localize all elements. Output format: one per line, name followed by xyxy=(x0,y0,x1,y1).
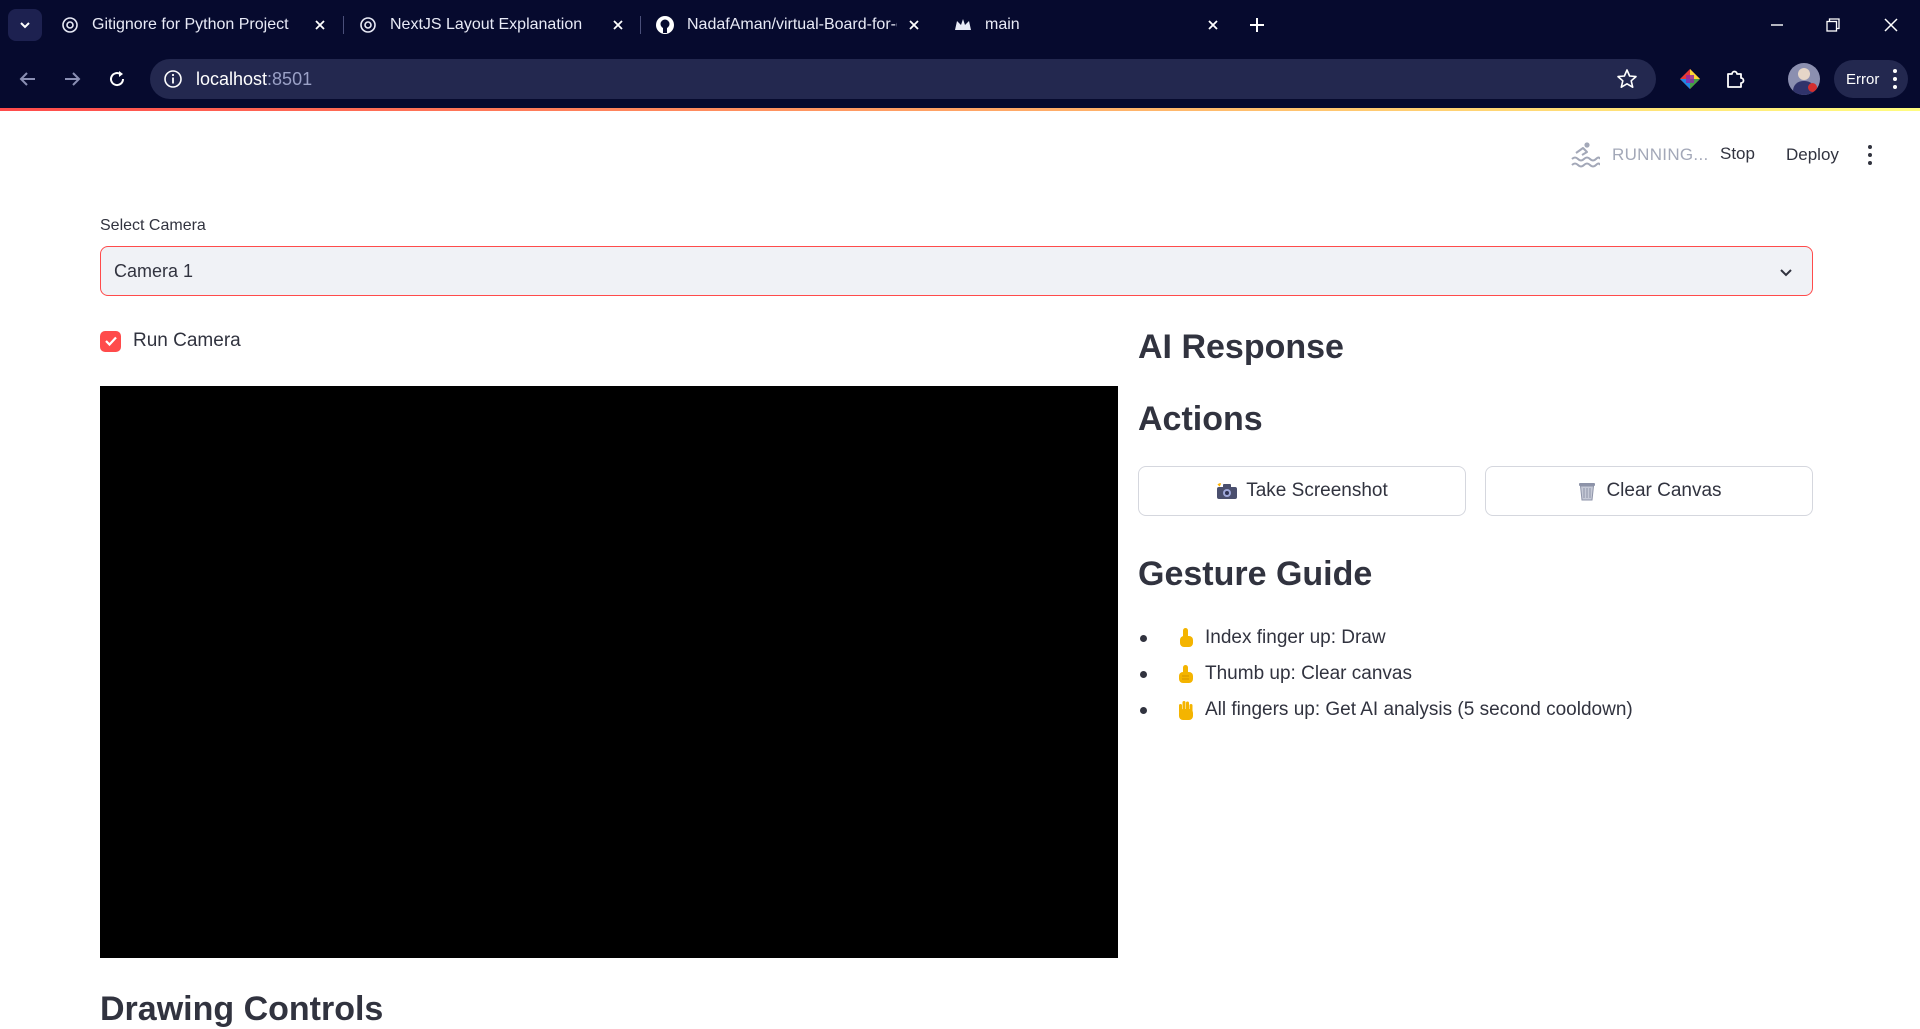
bullet xyxy=(1140,706,1147,714)
color-extension-icon[interactable] xyxy=(1675,64,1705,94)
run-camera-checkbox[interactable] xyxy=(100,330,121,352)
camera-select-value: Camera 1 xyxy=(114,260,194,281)
browser-tab-bar: Gitignore for Python Project NextJS Layo… xyxy=(0,0,1920,50)
run-camera-checkbox-row[interactable]: Run Camera xyxy=(100,330,241,352)
gesture-guide-heading: Gesture Guide xyxy=(1138,555,1373,593)
reload-button[interactable] xyxy=(103,65,131,93)
camera-select-label: Select Camera xyxy=(100,217,206,234)
profile-avatar[interactable] xyxy=(1788,63,1820,95)
wastebasket-icon xyxy=(1576,480,1598,502)
camera-flash-icon xyxy=(1216,480,1238,502)
app-header: RUNNING... Stop Deploy xyxy=(0,111,1920,197)
bullet xyxy=(1140,670,1147,678)
url-host: localhost xyxy=(196,68,268,89)
list-item: Index finger up: Draw xyxy=(1138,620,1633,656)
camera-select[interactable]: Camera 1 xyxy=(100,246,1813,296)
pointing-up-icon xyxy=(1175,627,1197,649)
tab-separator xyxy=(640,16,641,34)
checkmark-icon xyxy=(104,336,117,347)
browser-tab-main[interactable]: main xyxy=(953,6,1233,44)
window-close-button[interactable] xyxy=(1879,13,1903,37)
ai-response-heading: AI Response xyxy=(1138,328,1344,366)
swimmer-running-icon xyxy=(1571,142,1600,168)
gesture-text: Index finger up: Draw xyxy=(1205,627,1386,648)
back-button[interactable] xyxy=(14,65,42,93)
tab-separator xyxy=(343,16,344,34)
profile-error-label: Error xyxy=(1846,70,1880,88)
minimize-button[interactable] xyxy=(1765,13,1789,37)
main-menu-icon[interactable] xyxy=(1866,145,1874,165)
arrow-right-icon xyxy=(65,72,81,86)
restore-button[interactable] xyxy=(1821,13,1845,37)
drawing-controls-heading: Drawing Controls xyxy=(100,990,384,1028)
take-screenshot-label: Take Screenshot xyxy=(1246,480,1388,501)
tab-title: Gitignore for Python Project xyxy=(92,16,289,33)
deploy-button[interactable]: Deploy xyxy=(1786,145,1839,165)
tab-title: NextJS Layout Explanation xyxy=(390,16,583,33)
tab-title: main xyxy=(985,16,1020,33)
extensions-puzzle-icon[interactable] xyxy=(1720,64,1750,94)
chevron-down-icon xyxy=(20,22,30,29)
site-info-icon[interactable] xyxy=(162,68,184,90)
close-icon[interactable] xyxy=(906,17,922,33)
forward-button[interactable] xyxy=(58,65,86,93)
raised-hand-icon xyxy=(1175,699,1197,721)
openai-icon xyxy=(60,15,80,35)
running-status: RUNNING... xyxy=(1612,145,1709,164)
minimize-icon xyxy=(1771,24,1783,26)
close-icon xyxy=(1884,18,1898,32)
plus-icon xyxy=(1250,18,1264,32)
camera-feed xyxy=(100,386,1118,958)
thumbs-up-icon xyxy=(1175,663,1197,685)
take-screenshot-button[interactable]: Take Screenshot xyxy=(1138,466,1466,516)
browser-toolbar: localhost:8501 Error xyxy=(0,50,1920,108)
new-tab-button[interactable] xyxy=(1245,13,1269,37)
gesture-guide-list: Index finger up: Draw Thumb up: Clear ca… xyxy=(1138,620,1633,728)
browser-menu-icon[interactable] xyxy=(1892,69,1898,89)
chevron-down-icon xyxy=(1776,262,1796,282)
url-port: :8501 xyxy=(267,68,313,89)
close-icon[interactable] xyxy=(1205,17,1221,33)
error-dot-icon xyxy=(1808,83,1817,92)
actions-heading: Actions xyxy=(1138,400,1263,438)
close-icon[interactable] xyxy=(312,17,328,33)
bullet xyxy=(1140,634,1147,642)
browser-tab-gitignore[interactable]: Gitignore for Python Project xyxy=(60,6,330,44)
clear-canvas-label: Clear Canvas xyxy=(1606,480,1722,501)
tab-search-button[interactable] xyxy=(8,9,42,41)
tab-title: NadafAman/virtual-Board-for-c xyxy=(687,16,897,33)
profile-error-button[interactable]: Error xyxy=(1834,60,1908,98)
gesture-text: Thumb up: Clear canvas xyxy=(1205,663,1412,684)
url-text[interactable]: localhost:8501 xyxy=(196,69,312,90)
list-item: Thumb up: Clear canvas xyxy=(1138,656,1633,692)
clear-canvas-button[interactable]: Clear Canvas xyxy=(1485,466,1813,516)
close-icon[interactable] xyxy=(610,17,626,33)
arrow-left-icon xyxy=(19,72,35,86)
address-bar[interactable]: localhost:8501 xyxy=(150,59,1656,99)
list-item: All fingers up: Get AI analysis (5 secon… xyxy=(1138,692,1633,728)
browser-tab-nextjs[interactable]: NextJS Layout Explanation xyxy=(358,6,628,44)
avatar-head xyxy=(1798,68,1810,80)
reload-icon xyxy=(110,71,125,87)
stop-button[interactable]: Stop xyxy=(1720,144,1755,164)
streamlit-crown-icon xyxy=(953,15,973,35)
run-camera-label: Run Camera xyxy=(133,330,241,351)
browser-tab-github[interactable]: NadafAman/virtual-Board-for-c xyxy=(655,6,925,44)
github-icon xyxy=(655,15,675,35)
bookmark-star-icon[interactable] xyxy=(1616,68,1638,90)
restore-icon xyxy=(1826,18,1840,32)
gesture-text: All fingers up: Get AI analysis (5 secon… xyxy=(1205,699,1633,720)
openai-icon xyxy=(358,15,378,35)
